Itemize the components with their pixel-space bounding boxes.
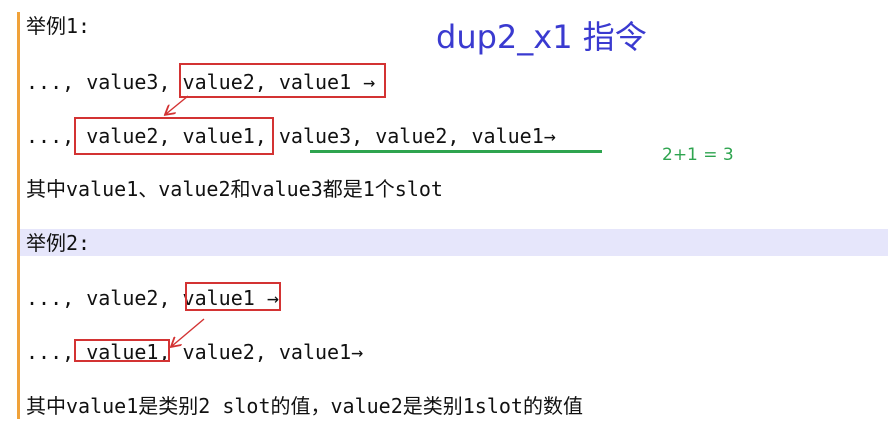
arrow-example2: [172, 318, 205, 346]
annotation-arrows: [0, 95, 205, 443]
arrow-example1: [166, 95, 189, 114]
